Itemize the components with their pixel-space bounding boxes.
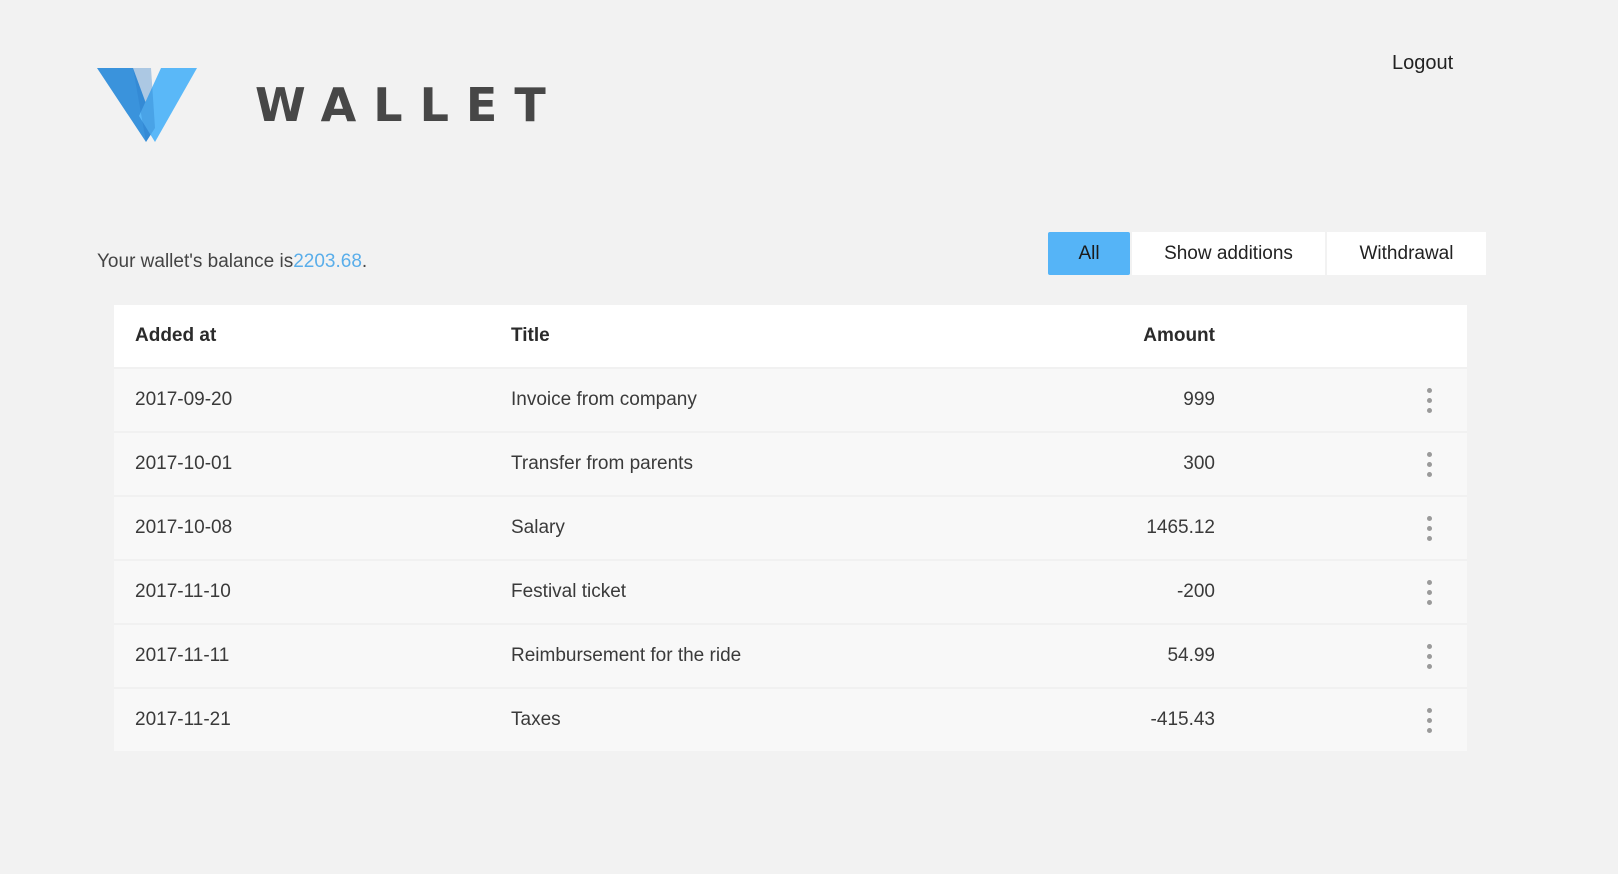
row-added-at: 2017-10-01 bbox=[135, 453, 233, 474]
row-added-at: 2017-11-11 bbox=[135, 645, 230, 666]
filter-additions-button[interactable]: Show additions bbox=[1132, 232, 1325, 275]
row-menu-button[interactable] bbox=[1419, 497, 1439, 559]
kebab-menu-icon bbox=[1426, 643, 1432, 669]
row-title: Festival ticket bbox=[511, 581, 627, 602]
row-title: Invoice from company bbox=[511, 389, 697, 410]
table-row: 2017-10-01 Transfer from parents 300 bbox=[114, 431, 1467, 495]
wallet-logo-icon bbox=[97, 68, 197, 142]
row-added-at: 2017-09-20 bbox=[135, 389, 233, 410]
row-menu-button[interactable] bbox=[1419, 561, 1439, 623]
row-added-at: 2017-10-08 bbox=[135, 517, 233, 538]
row-added-at: 2017-11-21 bbox=[135, 709, 231, 730]
transactions-table: Added at Title Amount 2017-09-20 Invoice… bbox=[114, 305, 1467, 751]
header-amount: Amount bbox=[1143, 325, 1215, 346]
row-menu-button[interactable] bbox=[1419, 625, 1439, 687]
balance-suffix: . bbox=[361, 251, 368, 272]
row-menu-button[interactable] bbox=[1419, 369, 1439, 431]
row-menu-button[interactable] bbox=[1419, 433, 1439, 495]
kebab-menu-icon bbox=[1426, 451, 1432, 477]
header-added-at: Added at bbox=[135, 325, 217, 346]
balance-text: Your wallet's balance is2203.68. bbox=[97, 251, 367, 273]
kebab-menu-icon bbox=[1426, 707, 1432, 733]
table-row: 2017-11-10 Festival ticket -200 bbox=[114, 559, 1467, 623]
table-row: 2017-09-20 Invoice from company 999 bbox=[114, 367, 1467, 431]
row-amount: 300 bbox=[1183, 453, 1215, 474]
table-header: Added at Title Amount bbox=[114, 305, 1467, 367]
filter-withdrawal-button[interactable]: Withdrawal bbox=[1327, 232, 1486, 275]
wallet-page: WALLET Logout Your wallet's balance is22… bbox=[0, 0, 1618, 874]
row-amount: 54.99 bbox=[1167, 645, 1215, 666]
kebab-menu-icon bbox=[1426, 387, 1432, 413]
row-title: Taxes bbox=[511, 709, 561, 730]
row-amount: -200 bbox=[1176, 581, 1215, 602]
row-title: Reimbursement for the ride bbox=[511, 645, 742, 666]
row-amount: 1465.12 bbox=[1146, 517, 1215, 538]
table-row: 2017-10-08 Salary 1465.12 bbox=[114, 495, 1467, 559]
table-row: 2017-11-21 Taxes -415.43 bbox=[114, 687, 1467, 751]
row-menu-button[interactable] bbox=[1419, 689, 1439, 751]
filter-group: All Show additions Withdrawal bbox=[1048, 232, 1486, 275]
header-title: Title bbox=[511, 325, 550, 346]
row-title: Salary bbox=[511, 517, 565, 538]
kebab-menu-icon bbox=[1426, 515, 1432, 541]
balance-amount: 2203.68 bbox=[293, 251, 362, 272]
balance-prefix: Your wallet's balance is bbox=[97, 251, 294, 272]
row-added-at: 2017-11-10 bbox=[135, 581, 231, 602]
kebab-menu-icon bbox=[1426, 579, 1432, 605]
table-row: 2017-11-11 Reimbursement for the ride 54… bbox=[114, 623, 1467, 687]
row-title: Transfer from parents bbox=[511, 453, 693, 474]
app-logo-text: WALLET bbox=[255, 78, 563, 132]
filter-all-button[interactable]: All bbox=[1048, 232, 1130, 275]
logout-link[interactable]: Logout bbox=[1392, 52, 1453, 75]
row-amount: 999 bbox=[1183, 389, 1215, 410]
row-amount: -415.43 bbox=[1150, 709, 1215, 730]
